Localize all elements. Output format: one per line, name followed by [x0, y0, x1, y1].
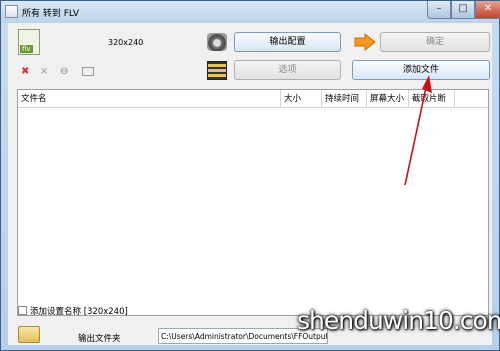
app-window: 所有 转到 FLV – □ ✕ flv 320x240 输出配置 确定 ✖ ⨯ … — [0, 0, 500, 351]
annotation-arrow-head — [422, 75, 432, 93]
annotation-arrow — [404, 75, 432, 186]
annotation-arrow-line — [404, 82, 428, 186]
watermark: shenduwin10.com — [297, 306, 500, 335]
